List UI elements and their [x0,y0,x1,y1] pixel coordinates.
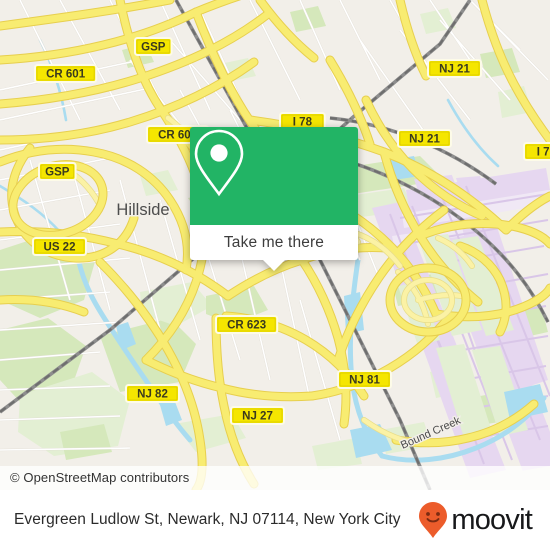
road-shield: CR 623 [215,315,279,334]
osm-attribution[interactable]: © OpenStreetMap contributors [0,466,550,490]
map-callout[interactable]: Take me there [190,127,358,271]
road-shield: NJ 27 [230,406,285,425]
callout-footer[interactable]: Take me there [190,225,358,271]
road-shield: I 78 [523,142,550,161]
moovit-pin-icon [419,502,448,538]
callout-header [190,127,358,225]
road-shield-label: NJ 27 [242,410,273,422]
road-shield: NJ 81 [337,370,392,389]
road-shield-label: CR 623 [227,319,266,331]
moovit-logo[interactable]: moovit [418,501,536,539]
road-shield: CR 601 [34,64,98,83]
moovit-wordmark: moovit [451,503,532,536]
road-shield: NJ 82 [125,384,180,403]
map-screenshot: .grn{fill:#d5e8bb;} .grn2{fill:#e3efd3;}… [0,0,550,550]
footer-bar: Evergreen Ludlow St, Newark, NJ 07114, N… [0,490,550,550]
road-shield-label: NJ 82 [137,388,168,400]
road-shield-label: GSP [45,166,70,178]
take-me-there-label: Take me there [223,233,325,251]
place-label-hillside: Hillside [115,200,171,221]
road-shield-label: CR 601 [46,68,86,80]
road-shield: GSP [38,162,77,181]
road-shield: US 22 [32,237,87,256]
road-shield-label: I 78 [537,146,550,158]
road-shield-label: NJ 21 [439,63,470,75]
road-shield-label: US 22 [44,241,76,253]
road-shield: NJ 21 [427,59,482,78]
map-pin-icon [194,129,244,197]
map-canvas[interactable]: .grn{fill:#d5e8bb;} .grn2{fill:#e3efd3;}… [0,0,550,490]
callout-pointer [263,260,285,271]
road-shield-label: GSP [141,41,166,53]
road-shield-label: NJ 81 [349,374,380,386]
road-shield-label: NJ 21 [409,133,440,145]
address-label: Evergreen Ludlow St, Newark, NJ 07114, N… [14,510,401,528]
svg-text:Hillside: Hillside [116,201,169,219]
road-shield: NJ 21 [397,129,452,148]
road-shield: GSP [134,37,173,56]
